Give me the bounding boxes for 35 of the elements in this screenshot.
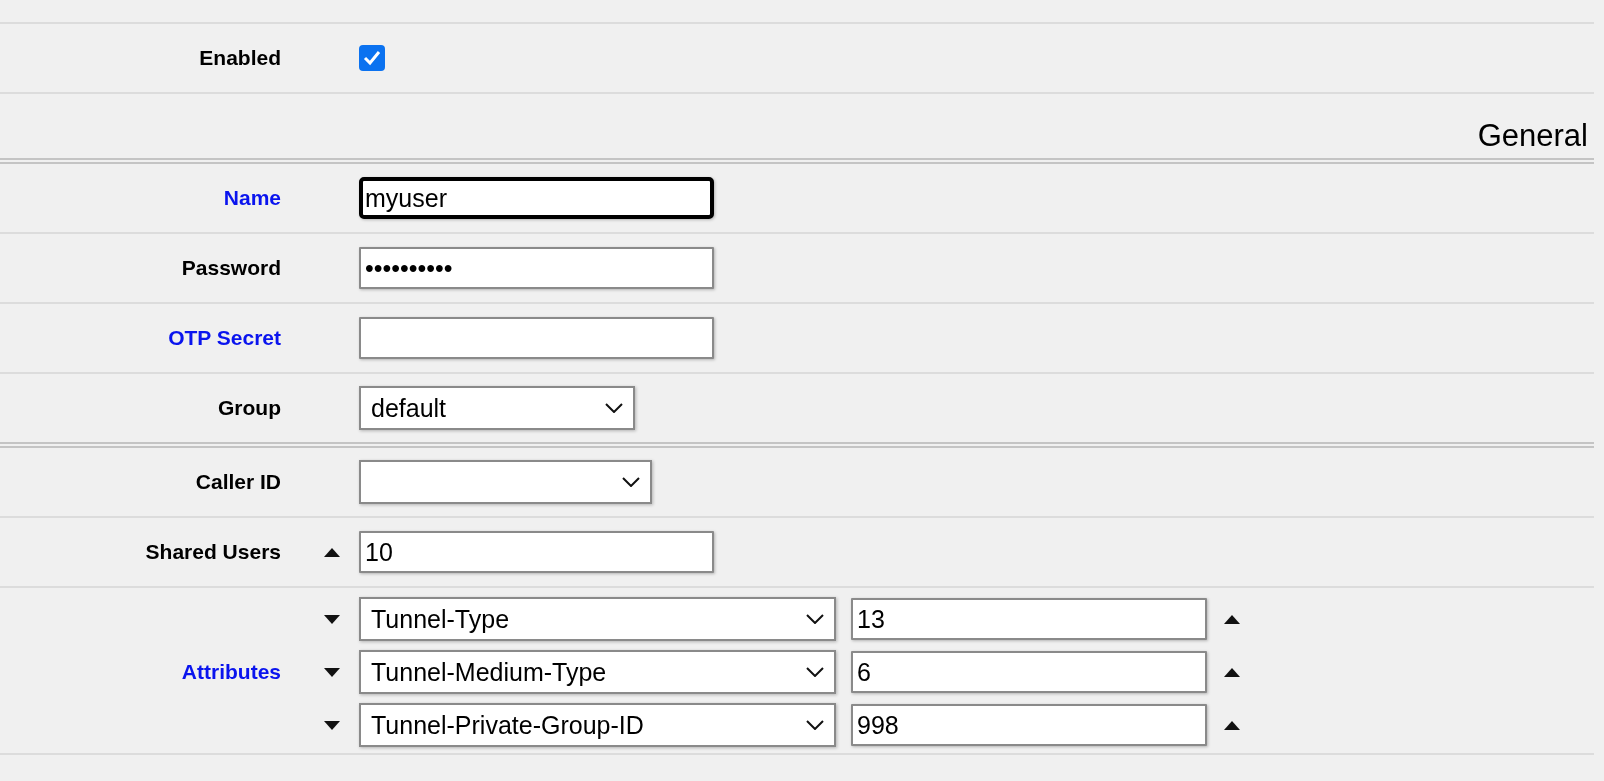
chevron-down-icon (605, 403, 623, 413)
enabled-checkbox[interactable] (359, 45, 385, 71)
field-label: OTP Secret (168, 326, 281, 350)
attribute-value-field[interactable]: 13 (851, 598, 1207, 640)
field-label: Enabled (199, 46, 281, 70)
text-field[interactable]: •••••••••• (359, 247, 714, 289)
field-label: Group (218, 396, 281, 420)
down-triangle-icon[interactable] (324, 614, 340, 624)
attribute-value-field[interactable]: 6 (851, 651, 1207, 693)
field-label: Password (181, 256, 281, 280)
down-triangle-icon[interactable] (324, 667, 340, 677)
attribute-value-field[interactable]: 998 (851, 704, 1207, 746)
attribute-dropdown[interactable]: Tunnel-Type (359, 597, 836, 641)
down-triangle-icon[interactable] (324, 720, 340, 730)
up-triangle-icon[interactable] (1224, 614, 1240, 624)
dropdown[interactable]: default (359, 386, 635, 430)
checkmark-icon (363, 50, 381, 66)
attribute-dropdown[interactable]: Tunnel-Medium-Type (359, 650, 836, 694)
up-triangle-icon[interactable] (324, 547, 340, 557)
text-field[interactable] (359, 317, 714, 359)
number-field[interactable]: 10 (359, 531, 714, 573)
field-label: Caller ID (195, 470, 281, 494)
section-title: General (1477, 118, 1588, 154)
chevron-down-icon (806, 720, 824, 730)
up-triangle-icon[interactable] (1224, 720, 1240, 730)
field-label: Shared Users (145, 540, 281, 564)
field-label: Name (223, 186, 281, 210)
field-label: Attributes (181, 660, 281, 684)
up-triangle-icon[interactable] (1224, 667, 1240, 677)
text-field[interactable]: myuser (359, 177, 714, 219)
chevron-down-icon (806, 667, 824, 677)
chevron-down-icon (806, 614, 824, 624)
dropdown[interactable] (359, 460, 652, 504)
chevron-down-icon (622, 477, 640, 487)
attribute-dropdown[interactable]: Tunnel-Private-Group-ID (359, 703, 836, 747)
